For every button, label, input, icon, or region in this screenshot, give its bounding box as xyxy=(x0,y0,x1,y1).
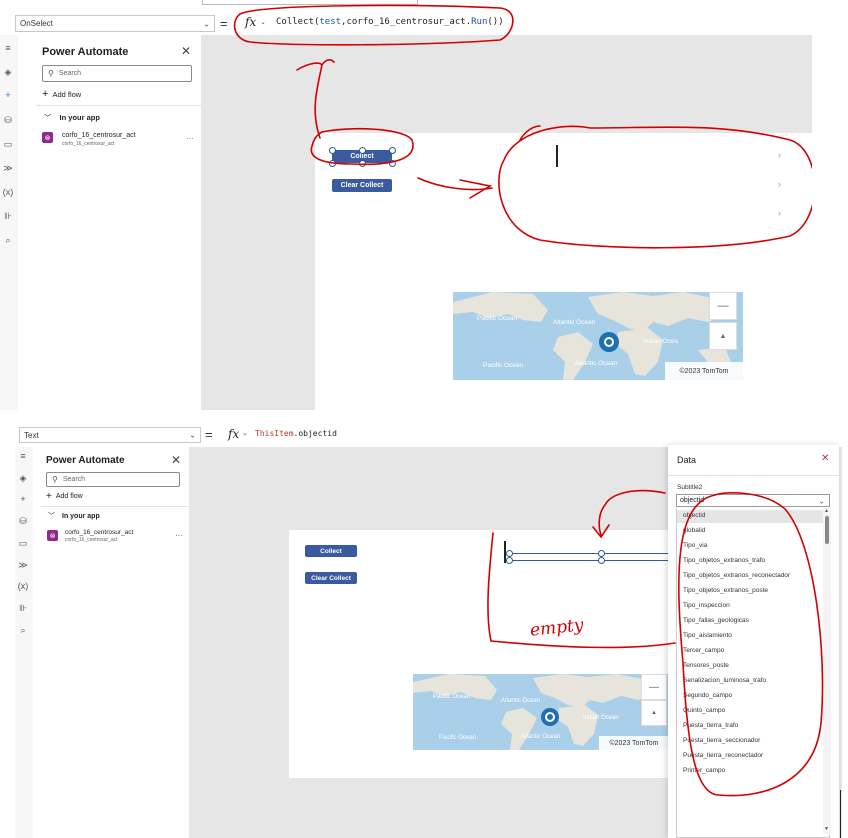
red-annotations-bottom xyxy=(487,489,824,797)
red-annotations-top xyxy=(233,4,812,249)
top-screenshot: OnSelect ⌄ = fx ⌄ Collect(test,corfo_16_… xyxy=(0,0,812,410)
page-edge-line xyxy=(840,790,841,838)
bottom-screenshot: Text ⌄ = fx ⌄ ThisItem.objectid ≡ ◈ + ⛁ … xyxy=(15,423,842,838)
